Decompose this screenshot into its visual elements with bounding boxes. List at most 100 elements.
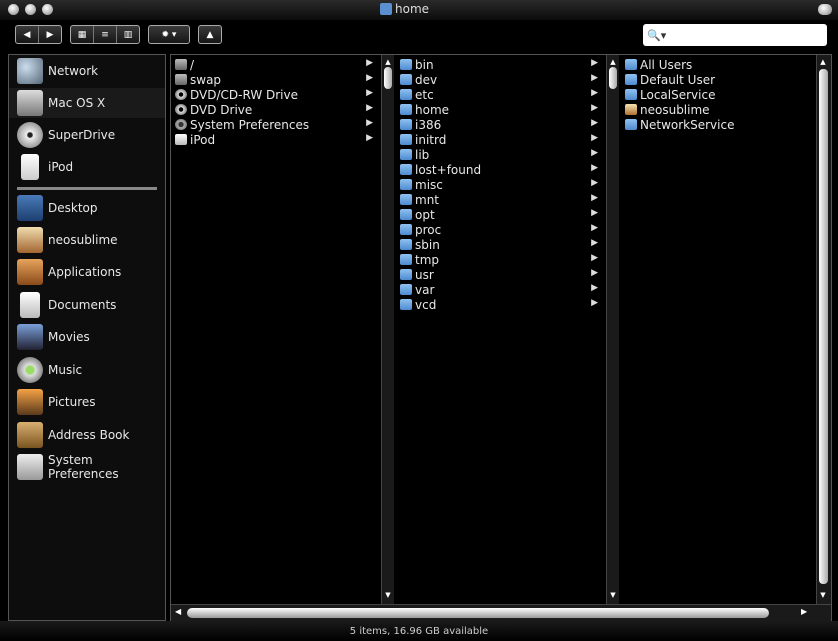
applications-icon (17, 259, 43, 285)
sidebar-item-applications[interactable]: Applications (9, 257, 165, 287)
list-item[interactable]: bin ▶ (396, 57, 602, 72)
scroll-thumb[interactable] (609, 67, 617, 89)
status-text: 5 items, 16.96 GB available (349, 625, 489, 637)
scroll-up-arrow-icon[interactable]: ▲ (384, 58, 392, 66)
scroll-thumb[interactable] (819, 69, 828, 584)
folder-icon (400, 179, 412, 190)
scroll-thumb[interactable] (384, 67, 392, 89)
scroll-up-arrow-icon[interactable]: ▲ (609, 58, 617, 66)
sidebar-item-network[interactable]: Network (9, 56, 165, 86)
list-item[interactable]: sbin ▶ (396, 237, 602, 252)
list-item[interactable]: NetworkService (621, 117, 811, 132)
sidebar-item-mac-os-x[interactable]: Mac OS X (9, 88, 165, 118)
list-item[interactable]: usr ▶ (396, 267, 602, 282)
folder-icon (625, 119, 637, 130)
folder-icon (400, 269, 412, 280)
column-2-scrollbar[interactable]: ▲ ▼ (606, 55, 619, 604)
minimize-button[interactable] (25, 4, 36, 15)
scroll-down-arrow-icon[interactable]: ▼ (819, 591, 827, 599)
window-title: home (380, 2, 429, 16)
disclosure-arrow-icon: ▶ (591, 118, 598, 128)
column-1-scrollbar[interactable]: ▲ ▼ (381, 55, 394, 604)
drive-icon (175, 74, 187, 85)
list-item[interactable]: tmp ▶ (396, 252, 602, 267)
disclosure-arrow-icon: ▶ (366, 133, 373, 143)
title-bar[interactable]: home (0, 0, 838, 20)
list-item[interactable]: etc ▶ (396, 87, 602, 102)
column-view-button[interactable]: ▥ (117, 26, 139, 43)
sidebar-item-superdrive[interactable]: SuperDrive (9, 120, 165, 150)
list-item[interactable]: i386 ▶ (396, 117, 602, 132)
finder-window: home ◀ ▶ ▦ ≡ ▥ ✹ ▾ ▲ 🔍▾ Network Mac OS X… (0, 0, 838, 641)
folder-icon (400, 254, 412, 265)
home-folder-icon (380, 3, 392, 15)
list-item[interactable]: mnt ▶ (396, 192, 602, 207)
horizontal-scrollbar[interactable]: ◀ ▶ (171, 604, 831, 621)
sidebar-item-desktop[interactable]: Desktop (9, 193, 165, 223)
list-item[interactable]: var ▶ (396, 282, 602, 297)
back-button[interactable]: ◀ (16, 26, 39, 43)
list-item[interactable]: System Preferences ▶ (171, 117, 377, 132)
icon-view-button[interactable]: ▦ (71, 26, 94, 43)
column-browser: / ▶ swap ▶ DVD/CD-RW Drive ▶ DVD Drive ▶… (170, 54, 832, 621)
close-button[interactable] (8, 4, 19, 15)
list-item[interactable]: DVD/CD-RW Drive ▶ (171, 87, 377, 102)
movies-icon (17, 324, 43, 350)
list-item[interactable]: / ▶ (171, 57, 377, 72)
folder-icon (400, 119, 412, 130)
list-item[interactable]: All Users (621, 57, 811, 72)
folder-icon (400, 224, 412, 235)
list-item[interactable]: lib ▶ (396, 147, 602, 162)
action-gear-icon: ✹ ▾ (161, 29, 177, 40)
scroll-up-arrow-icon[interactable]: ▲ (819, 58, 827, 66)
list-item[interactable]: iPod ▶ (171, 132, 377, 147)
forward-button[interactable]: ▶ (39, 26, 61, 43)
list-item[interactable]: lost+found ▶ (396, 162, 602, 177)
sidebar-item-music[interactable]: Music (9, 355, 165, 385)
disclosure-arrow-icon: ▶ (366, 103, 373, 113)
list-item[interactable]: neosublime (621, 102, 811, 117)
eject-icon: ▲ (206, 29, 214, 40)
folder-icon (400, 89, 412, 100)
list-item[interactable]: LocalService (621, 87, 811, 102)
gear-icon (175, 119, 187, 130)
disclosure-arrow-icon: ▶ (591, 283, 598, 293)
search-icon[interactable]: 🔍▾ (647, 27, 667, 43)
list-item[interactable]: misc ▶ (396, 177, 602, 192)
list-item[interactable]: swap ▶ (171, 72, 377, 87)
forward-arrow-icon: ▶ (46, 29, 54, 40)
horizontal-scroll-thumb[interactable] (187, 608, 769, 618)
desktop-icon (17, 195, 43, 221)
action-button[interactable]: ✹ ▾ (148, 25, 190, 44)
list-item[interactable]: proc ▶ (396, 222, 602, 237)
status-bar: 5 items, 16.96 GB available (0, 621, 838, 641)
search-input[interactable] (669, 26, 823, 46)
sidebar-item-system-preferences[interactable]: System Preferences (9, 452, 165, 482)
scroll-down-arrow-icon[interactable]: ▼ (384, 591, 392, 599)
sidebar-item-documents[interactable]: Documents (9, 290, 165, 320)
list-view-button[interactable]: ≡ (94, 26, 117, 43)
scroll-down-arrow-icon[interactable]: ▼ (609, 591, 617, 599)
sidebar-item-ipod[interactable]: iPod (9, 152, 165, 182)
sidebar-item-movies[interactable]: Movies (9, 322, 165, 352)
sidebar-item-neosublime[interactable]: neosublime (9, 225, 165, 255)
list-item[interactable]: home ▶ (396, 102, 602, 117)
toolbar-toggle-button[interactable] (818, 4, 832, 15)
zoom-button[interactable] (42, 4, 53, 15)
list-item[interactable]: DVD Drive ▶ (171, 102, 377, 117)
eject-button[interactable]: ▲ (198, 25, 222, 44)
folder-icon (625, 89, 637, 100)
scroll-right-arrow-icon[interactable]: ▶ (801, 607, 807, 616)
column-3-scrollbar[interactable]: ▲ ▼ (816, 55, 831, 604)
list-item[interactable]: dev ▶ (396, 72, 602, 87)
scroll-left-arrow-icon[interactable]: ◀ (175, 607, 181, 616)
list-item[interactable]: initrd ▶ (396, 132, 602, 147)
ipod-icon (21, 154, 39, 180)
list-item[interactable]: opt ▶ (396, 207, 602, 222)
sidebar-item-address-book[interactable]: Address Book (9, 420, 165, 450)
list-item[interactable]: vcd ▶ (396, 297, 602, 312)
list-item[interactable]: Default User (621, 72, 811, 87)
disclosure-arrow-icon: ▶ (366, 118, 373, 128)
sidebar-item-pictures[interactable]: Pictures (9, 387, 165, 417)
pictures-icon (17, 389, 43, 415)
